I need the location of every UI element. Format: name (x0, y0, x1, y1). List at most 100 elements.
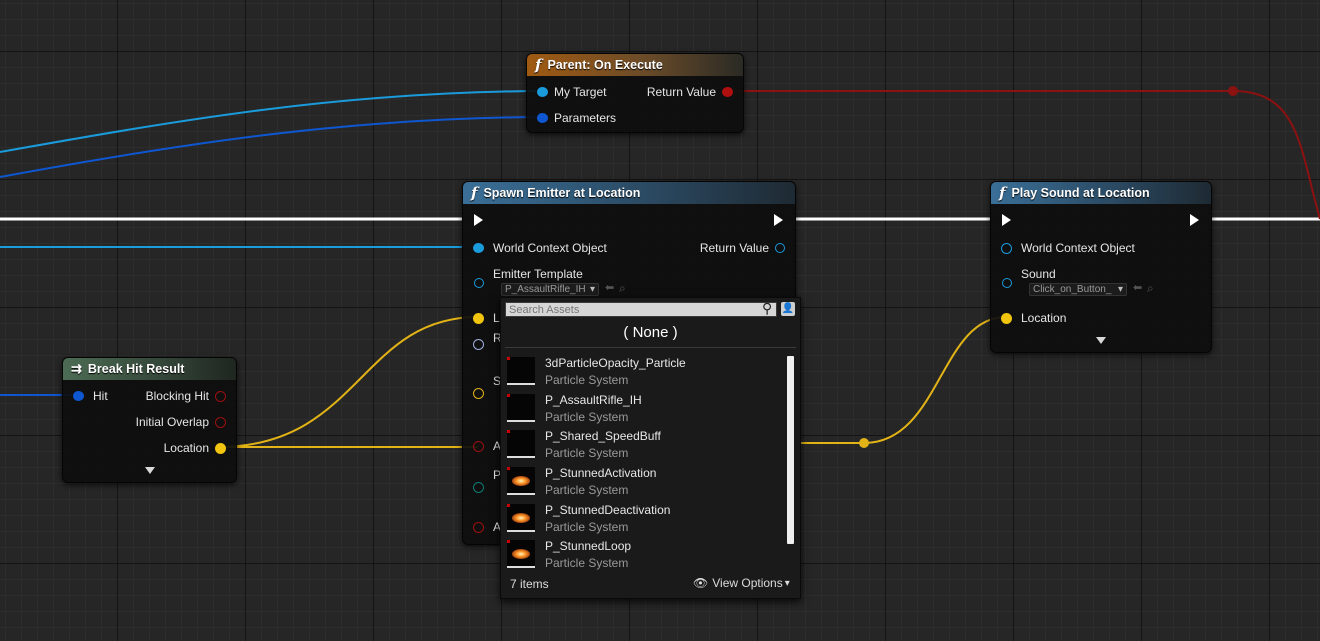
view-options-button[interactable]: 👁 View Options ▾ (693, 576, 790, 590)
pin-label: Emitter Template (493, 267, 583, 281)
asset-list-item[interactable]: P_StunnedActivation Particle System (505, 464, 785, 501)
use-selected-arrow-icon[interactable]: ⬅ (1133, 281, 1142, 294)
pin-world-context[interactable]: World Context Object (473, 241, 607, 255)
rotator-pin-icon[interactable] (473, 338, 484, 350)
bool-pin-icon[interactable] (473, 440, 484, 452)
sound-combo[interactable]: Click_on_Button_ ▾ (1029, 283, 1127, 296)
vector-pin-icon[interactable] (473, 387, 484, 399)
particle-thumbnail-icon (507, 357, 535, 385)
asset-type: Particle System (545, 556, 629, 570)
vector-pin-icon[interactable] (1001, 312, 1012, 324)
view-options-label: View Options (712, 576, 783, 590)
none-option[interactable]: ( None ) (501, 321, 800, 345)
node-header[interactable]: f Parent: On Execute (527, 54, 743, 76)
particle-thumbnail-icon (507, 430, 535, 459)
pin-world-context[interactable]: World Context Object (1001, 241, 1135, 255)
pin-hit[interactable]: Hit (73, 389, 108, 403)
asset-list-item[interactable]: P_AssaultRifle_IH Particle System (505, 391, 785, 428)
scrollbar[interactable] (787, 356, 794, 544)
user-filter-icon[interactable]: 👤 (781, 302, 795, 316)
node-header[interactable]: f Play Sound at Location (991, 182, 1211, 204)
pin-initial-overlap[interactable]: Initial Overlap (136, 415, 226, 429)
emitter-template-combo[interactable]: P_AssaultRifle_IH ▾ (501, 283, 599, 296)
use-selected-arrow-icon[interactable]: ⬅ (605, 281, 614, 294)
exec-out-pin-icon[interactable] (774, 214, 783, 226)
object-pin-icon[interactable] (537, 87, 548, 97)
struct-pin-icon[interactable] (73, 391, 84, 401)
asset-type: Particle System (545, 519, 629, 534)
object-pin-icon[interactable] (1001, 242, 1012, 254)
pin-location[interactable]: Location (164, 441, 226, 455)
chevron-down-icon: ▾ (589, 284, 595, 295)
reroute-knot[interactable] (1228, 86, 1238, 96)
pin-return-value[interactable]: Return Value (647, 85, 733, 99)
bool-pin-icon[interactable] (215, 390, 226, 402)
struct-pin-icon[interactable] (537, 113, 548, 123)
break-hit-result-node[interactable]: ⇉ Break Hit Result Hit Blocking Hit Init… (62, 357, 237, 483)
chevron-down-icon: ▾ (784, 577, 790, 589)
pin-auto-destroy[interactable]: A (473, 439, 501, 453)
pin-scale[interactable]: S (473, 374, 501, 400)
bool-pin-icon[interactable] (473, 521, 484, 533)
byte-pin-icon[interactable] (473, 481, 484, 493)
pin-label: Location (1021, 311, 1067, 325)
function-icon: f (471, 184, 478, 202)
object-pin-icon[interactable] (775, 243, 785, 253)
vector-pin-icon[interactable] (215, 442, 226, 454)
asset-list-item[interactable]: P_StunnedDeactivation Particle System (505, 501, 785, 538)
asset-name: 3dParticleOpacity_Particle (545, 356, 686, 370)
asset-type: Particle System (545, 373, 629, 387)
pin-auto-activate[interactable]: A (473, 520, 501, 534)
pin-return-value[interactable]: Return Value (700, 241, 785, 255)
pin-location[interactable]: L (473, 311, 500, 325)
parent-on-execute-node[interactable]: f Parent: On Execute My Target Parameter… (526, 53, 744, 133)
bool-pin-icon[interactable] (722, 87, 733, 97)
asset-type: Particle System (545, 446, 629, 461)
object-pin-icon[interactable] (474, 278, 484, 288)
vector-pin-icon[interactable] (473, 312, 484, 324)
particle-thumbnail-icon (507, 540, 535, 569)
pin-label: L (493, 311, 500, 325)
expand-advanced-arrow-icon[interactable] (145, 467, 155, 474)
browse-icon[interactable]: ⌕ (1147, 281, 1154, 296)
pin-my-target[interactable]: My Target (537, 85, 606, 99)
asset-list-item[interactable]: P_Shared_SpeedBuff Particle System (505, 427, 785, 464)
node-header[interactable]: ⇉ Break Hit Result (63, 358, 236, 380)
asset-type: Particle System (545, 409, 629, 424)
combo-value: P_AssaultRifle_IH (505, 284, 586, 295)
exec-in-pin-icon[interactable] (474, 214, 483, 226)
search-icon[interactable]: ⚲ (762, 300, 772, 317)
pin-pooling-method[interactable]: P (473, 468, 501, 494)
exec-in-pin-icon[interactable] (1002, 214, 1011, 226)
vector-wire (798, 316, 1007, 444)
asset-list-item[interactable]: 3dParticleOpacity_Particle Particle Syste… (505, 354, 785, 391)
asset-list-item[interactable]: P_StunnedLoop Particle System (505, 537, 785, 570)
object-pin-icon[interactable] (473, 243, 484, 253)
pin-label: Parameters (554, 111, 617, 125)
particle-thumbnail-icon (507, 467, 535, 496)
bool-pin-icon[interactable] (215, 416, 226, 428)
asset-name: P_Shared_SpeedBuff (545, 429, 661, 444)
reroute-knot[interactable] (859, 438, 869, 448)
asset-name: P_AssaultRifle_IH (545, 392, 642, 407)
pin-blocking-hit[interactable]: Blocking Hit (146, 389, 226, 403)
asset-list[interactable]: 3dParticleOpacity_Particle Particle Syste… (505, 354, 785, 570)
expand-advanced-arrow-icon[interactable] (1096, 337, 1106, 344)
eye-icon: 👁 (693, 576, 709, 590)
asset-name: P_StunnedActivation (545, 466, 657, 481)
asset-picker-popup[interactable]: ⚲ 👤 ( None ) 3dParticleOpacity_Particle P… (500, 297, 801, 599)
pin-emitter-template[interactable]: Emitter Template (473, 267, 583, 281)
pin-parameters[interactable]: Parameters (537, 111, 616, 125)
pin-location[interactable]: Location (1001, 311, 1066, 325)
search-assets-input[interactable] (505, 302, 777, 317)
pin-rotation[interactable]: R (473, 331, 502, 351)
pin-label: Hit (93, 389, 108, 403)
pin-label: Return Value (646, 85, 716, 99)
node-header[interactable]: f Spawn Emitter at Location (463, 182, 795, 204)
exec-out-pin-icon[interactable] (1190, 214, 1199, 226)
object-pin-icon[interactable] (1002, 278, 1012, 288)
vector-wire (217, 316, 479, 448)
browse-icon[interactable]: ⌕ (619, 281, 626, 296)
play-sound-node[interactable]: f Play Sound at Location World Context O… (990, 181, 1212, 353)
pin-label: Location (163, 441, 209, 455)
